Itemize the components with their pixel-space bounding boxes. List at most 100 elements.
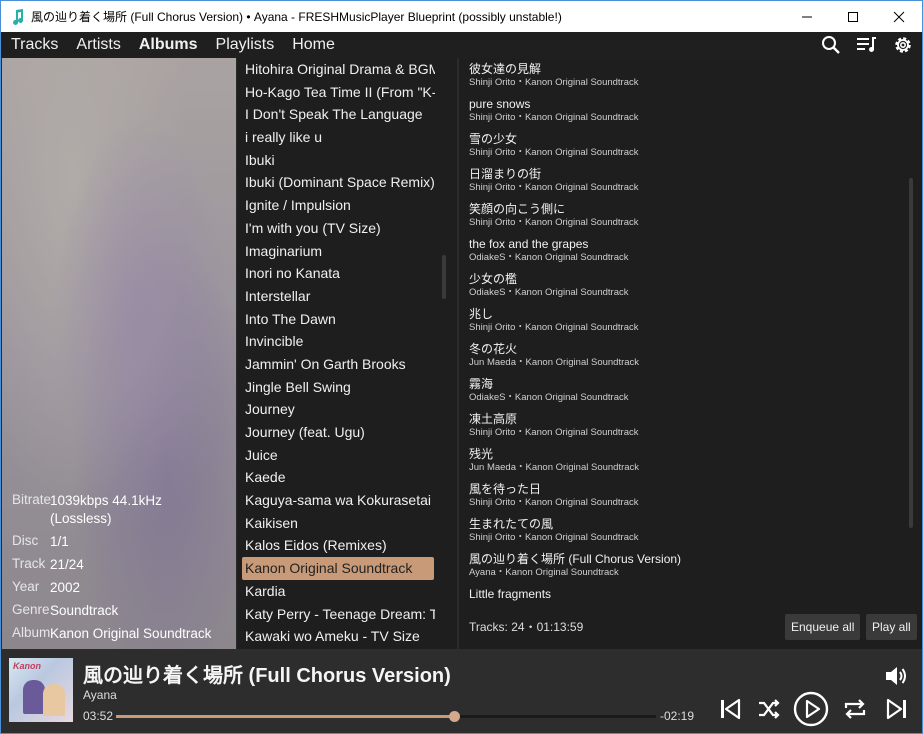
album-item[interactable]: Jammin' On Garth Brooks [237, 353, 435, 376]
track-subtitle: Shinji Orito・Kanon Original Soundtrack [469, 427, 639, 438]
track-list: 彼女達の見解 Shinji Orito・Kanon Original Soundt… [469, 62, 909, 622]
album-item[interactable]: Ibuki [237, 149, 435, 172]
track-item[interactable]: 彼女達の見解 Shinji Orito・Kanon Original Soundt… [469, 62, 909, 97]
track-item[interactable]: 冬の花火 Jun Maeda・Kanon Original Soundtrack [469, 342, 909, 377]
album-item[interactable]: Invincible [237, 330, 435, 353]
tab-artists[interactable]: Artists [76, 36, 120, 54]
now-playing-title: 風の辿り着く場所 (Full Chorus Version) [83, 665, 451, 687]
track-item[interactable]: 兆し Shinji Orito・Kanon Original Soundtrack [469, 307, 909, 342]
album-item[interactable]: Ignite / Impulsion [237, 194, 435, 217]
album-item[interactable]: Kaikisen [237, 512, 435, 535]
track-item[interactable]: 凍土高原 Shinji Orito・Kanon Original Soundtra… [469, 412, 909, 447]
track-item[interactable]: 笑顔の向こう側に Shinji Orito・Kanon Original Soun… [469, 202, 909, 237]
track-item[interactable]: pure snows Shinji Orito・Kanon Original So… [469, 97, 909, 132]
volume-button[interactable] [883, 663, 909, 689]
previous-button[interactable] [716, 695, 744, 723]
track-item[interactable]: 生まれたての風 Shinji Orito・Kanon Original Sound… [469, 517, 909, 552]
track-title: 兆し [469, 307, 494, 321]
maximize-icon [848, 11, 858, 22]
nav-bar: Tracks Artists Albums Playlists Home [1, 32, 922, 58]
track-scrollbar[interactable] [909, 178, 913, 528]
close-button[interactable] [876, 1, 922, 32]
track-subtitle: Jun Maeda・Kanon Original Soundtrack [469, 462, 640, 473]
next-button[interactable] [883, 695, 911, 723]
repeat-button[interactable] [841, 695, 869, 723]
album-cover-thumbnail[interactable]: Kanon [9, 658, 73, 722]
track-item[interactable]: the fox and the grapes OdiakeS・Kanon Orig… [469, 237, 909, 272]
album-item[interactable]: Jingle Bell Swing [237, 376, 435, 399]
track-list-panel: 彼女達の見解 Shinji Orito・Kanon Original Soundt… [459, 58, 922, 649]
track-title: 笑顔の向こう側に [469, 202, 566, 216]
tab-home[interactable]: Home [292, 36, 335, 54]
year-label: Year [12, 579, 40, 594]
track-subtitle: OdiakeS・Kanon Original Soundtrack [469, 252, 629, 263]
album-item[interactable]: Kaede [237, 466, 435, 489]
album-item[interactable]: Journey (feat. Ugu) [237, 421, 435, 444]
track-title: 冬の花火 [469, 342, 518, 356]
repeat-icon [844, 699, 866, 719]
album-item[interactable]: Interstellar [237, 285, 435, 308]
album-item[interactable]: Imaginarium [237, 240, 435, 263]
shuffle-button[interactable] [755, 695, 783, 723]
gear-icon[interactable] [892, 34, 914, 56]
close-icon [893, 11, 905, 22]
track-title: 残光 [469, 447, 494, 461]
track-title: pure snows [469, 97, 531, 111]
search-icon[interactable] [820, 34, 842, 56]
tab-playlists[interactable]: Playlists [216, 36, 275, 54]
album-item[interactable]: Ibuki (Dominant Space Remix) [237, 171, 435, 194]
album-item[interactable]: Juice [237, 444, 435, 467]
album-item[interactable]: I Don't Speak The Language [237, 103, 435, 126]
album-item[interactable]: Katy Perry - Teenage Dream: The Complete… [237, 603, 435, 626]
track-item[interactable]: 残光 Jun Maeda・Kanon Original Soundtrack [469, 447, 909, 482]
track-title: 凍土高原 [469, 412, 518, 426]
progress-bar[interactable] [116, 711, 656, 722]
track-subtitle: OdiakeS・Kanon Original Soundtrack [469, 392, 629, 403]
tab-tracks[interactable]: Tracks [11, 36, 58, 54]
cover-figure [23, 680, 45, 714]
album-item[interactable]: I'm with you (TV Size) [237, 217, 435, 240]
track-item[interactable]: 日溜まりの街 Shinji Orito・Kanon Original Soundt… [469, 167, 909, 202]
album-item[interactable]: i really like u [237, 126, 435, 149]
album-item[interactable]: Kardia [237, 580, 435, 603]
track-subtitle: Shinji Orito・Kanon Original Soundtrack [469, 217, 639, 228]
track-item[interactable]: 風を待った日 Shinji Orito・Kanon Original Soundt… [469, 482, 909, 517]
track-subtitle: OdiakeS・Kanon Original Soundtrack [469, 287, 629, 298]
album-item-selected[interactable]: Kanon Original Soundtrack [242, 557, 434, 580]
track-subtitle: Shinji Orito・Kanon Original Soundtrack [469, 182, 639, 193]
disc-label: Disc [12, 533, 39, 548]
progress-knob[interactable] [448, 711, 460, 722]
track-title: 風の辿り着く場所 (Full Chorus Version) [469, 552, 682, 566]
disc-value: 1/1 [50, 534, 69, 549]
track-item[interactable]: 風の辿り着く場所 (Full Chorus Version) Ayana・Kano… [469, 552, 909, 587]
track-title: 雪の少女 [469, 132, 518, 146]
album-scrollbar[interactable] [442, 255, 446, 299]
queue-icon[interactable] [856, 34, 878, 56]
window-title: 風の辿り着く場所 (Full Chorus Version) • Ayana -… [31, 10, 562, 24]
minimize-button[interactable] [784, 1, 830, 32]
skip-previous-icon [721, 698, 741, 720]
album-item[interactable]: Kawaki wo Ameku - TV Size [237, 625, 435, 648]
album-item[interactable]: Ho-Kago Tea Time II (From "K-On!!") [237, 81, 435, 104]
album-list: Hitohira Original Drama & BGM Ho-Kago Te… [237, 58, 457, 649]
maximize-button[interactable] [830, 1, 876, 32]
album-item[interactable]: Kaguya-sama wa Kokurasetai [237, 489, 435, 512]
track-item[interactable]: 霧海 OdiakeS・Kanon Original Soundtrack [469, 377, 909, 412]
album-item[interactable]: Into The Dawn [237, 308, 435, 331]
album-item[interactable]: Kalos Eidos (Remixes) [237, 534, 435, 557]
track-item[interactable]: 少女の檻 OdiakeS・Kanon Original Soundtrack [469, 272, 909, 307]
track-item[interactable]: 雪の少女 Shinji Orito・Kanon Original Soundtra… [469, 132, 909, 167]
play-all-button[interactable]: Play all [866, 614, 917, 640]
track-metadata: Bitrate 1039kbps 44.1kHz (Lossless) Disc 1… [2, 487, 236, 643]
play-pause-button[interactable] [793, 691, 829, 727]
tab-albums[interactable]: Albums [139, 36, 198, 54]
genre-label: Genre [12, 602, 50, 617]
title-bar[interactable]: 風の辿り着く場所 (Full Chorus Version) • Ayana -… [1, 1, 922, 32]
enqueue-all-button[interactable]: Enqueue all [785, 614, 861, 640]
album-item[interactable]: Hitohira Original Drama & BGM [237, 58, 435, 81]
album-item[interactable]: Journey [237, 398, 435, 421]
track-title: the fox and the grapes [469, 237, 589, 251]
play-icon [793, 691, 829, 727]
album-item[interactable]: Inori no Kanata [237, 262, 435, 285]
progress-fill [116, 715, 454, 718]
